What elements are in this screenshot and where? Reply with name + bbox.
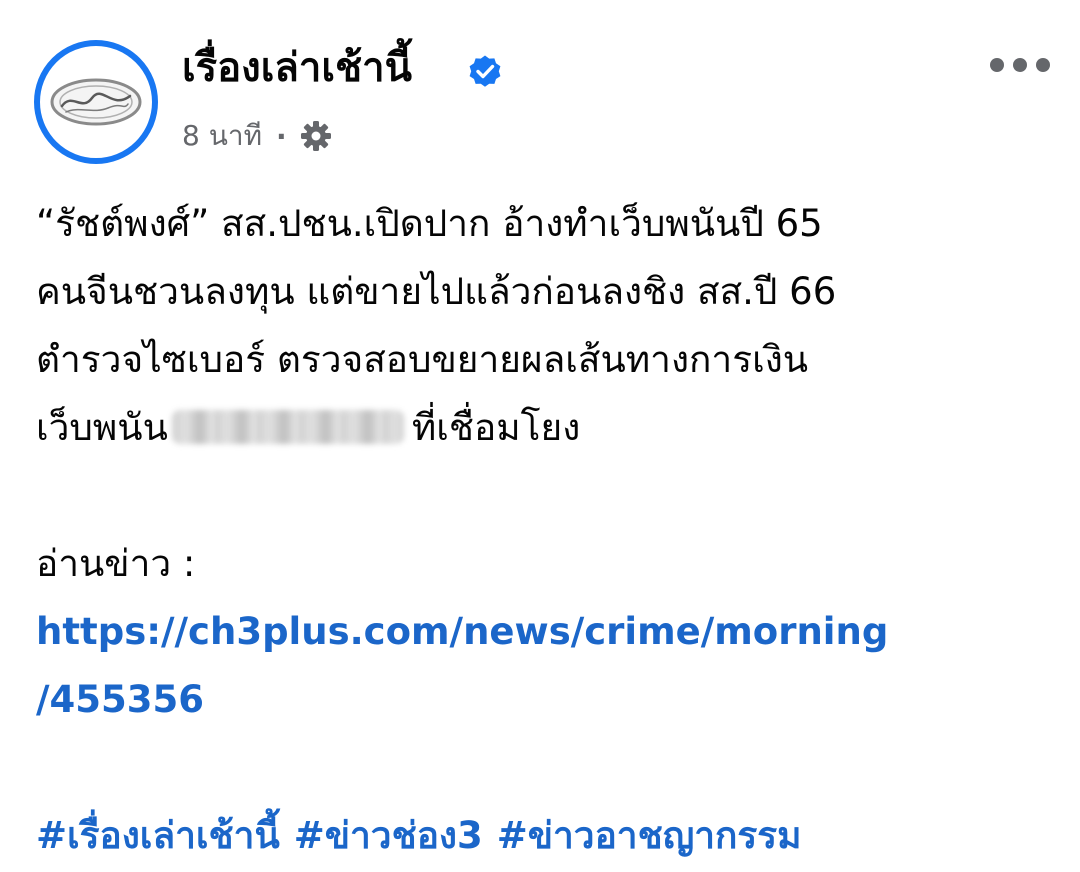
read-label: อ่านข่าว : (36, 542, 196, 585)
body-line-text: ที่เชื่อมโยง (411, 406, 581, 449)
page-name[interactable]: เรื่องเล่าเช้านี้ (182, 40, 412, 96)
hashtag-link[interactable]: #เรื่องเล่าเช้านี้ (36, 814, 280, 857)
body-line-text: เว็บพนัน (36, 406, 168, 449)
post-card: เรื่องเล่าเช้านี้ 8 นาที · “รัชต์พงศ์” ส… (0, 0, 1080, 872)
post-meta: 8 นาที · (182, 114, 333, 158)
verified-badge-icon (469, 55, 501, 87)
more-dot (1036, 58, 1050, 72)
body-line: คนจีนชวนลงทุน แต่ขายไปแล้วก่อนลงชิง สส.ป… (36, 270, 837, 313)
more-options-button[interactable] (990, 50, 1050, 80)
gear-icon[interactable] (299, 119, 333, 153)
hashtag-list: #เรื่องเล่าเช้านี้ #ข่าวช่อง3 #ข่าวอาชญากร… (36, 802, 1046, 870)
blurred-redaction (171, 409, 404, 444)
body-line: ตำรวจไซเบอร์ ตรวจสอบขยายผลเส้นทางการเงิน (36, 338, 809, 381)
hashtag-link[interactable]: #ข่าวอาชญากรรม (497, 814, 802, 857)
body-line: เว็บพนัน ที่เชื่อมโยง (36, 394, 1046, 462)
avatar-logo (44, 50, 148, 154)
body-line: “รัชต์พงศ์” สส.ปชน.เปิดปาก อ้างทำเว็บพนั… (36, 202, 823, 245)
more-dot (990, 58, 1004, 72)
avatar[interactable] (34, 40, 158, 164)
news-link[interactable]: https://ch3plus.com/news/crime/morning (36, 598, 1046, 666)
news-link-continued[interactable]: /455356 (36, 666, 1046, 734)
meta-separator: · (276, 119, 287, 153)
post-time[interactable]: 8 นาที (182, 114, 262, 158)
logo-icon (50, 78, 142, 126)
post-body: “รัชต์พงศ์” สส.ปชน.เปิดปาก อ้างทำเว็บพนั… (36, 190, 1046, 870)
hashtag-link[interactable]: #ข่าวช่อง3 (294, 814, 483, 857)
more-dot (1013, 58, 1027, 72)
